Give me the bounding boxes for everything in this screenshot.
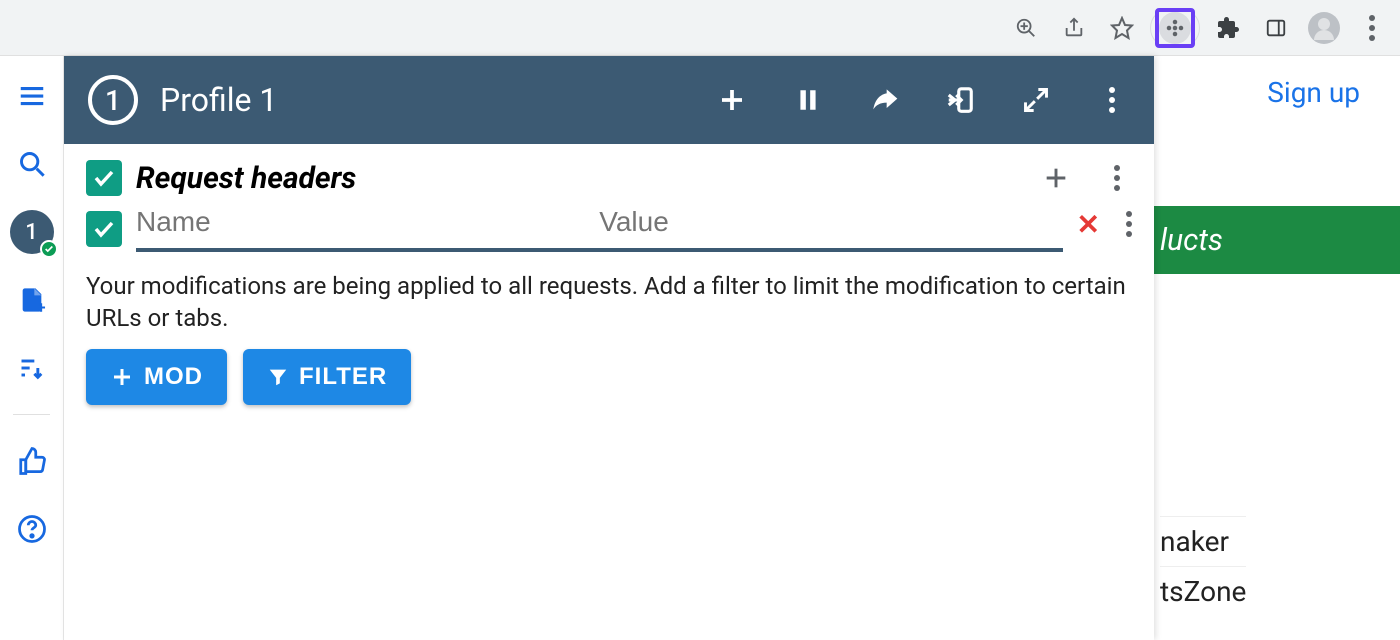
signup-link[interactable]: Sign up <box>1267 76 1360 109</box>
svg-text:+: + <box>36 298 45 314</box>
section-title: Request headers <box>136 161 1028 196</box>
profile-indicator[interactable]: 1 <box>10 210 54 254</box>
profile-title[interactable]: Profile 1 <box>160 81 692 119</box>
left-rail: 1 + <box>0 56 64 640</box>
zoom-icon[interactable] <box>1006 8 1046 48</box>
extension-panel: 1 Profile 1 <box>64 56 1154 640</box>
pause-icon[interactable] <box>790 82 826 118</box>
profile-indicator-number: 1 <box>25 220 38 245</box>
panel-menu-icon[interactable] <box>1094 82 1130 118</box>
share-icon[interactable] <box>1054 8 1094 48</box>
extension-modheader-icon[interactable] <box>1155 8 1195 48</box>
import-icon[interactable] <box>942 82 978 118</box>
background-list-item[interactable]: naker <box>1160 516 1246 566</box>
section-checkbox[interactable] <box>86 160 122 196</box>
row-checkbox[interactable] <box>86 211 122 247</box>
sidepanel-icon[interactable] <box>1256 8 1296 48</box>
browser-menu-icon[interactable] <box>1352 8 1392 48</box>
rail-separator <box>13 414 51 415</box>
add-header-icon[interactable] <box>1042 164 1072 192</box>
status-ok-icon <box>40 240 58 258</box>
share-arrow-icon[interactable] <box>866 82 902 118</box>
help-icon[interactable] <box>10 507 54 551</box>
profile-number-badge: 1 <box>88 75 138 125</box>
section-menu-icon[interactable] <box>1102 165 1132 191</box>
add-filter-button[interactable]: FILTER <box>243 349 411 405</box>
add-filter-label: FILTER <box>299 363 387 391</box>
extension-pill <box>1150 8 1200 48</box>
add-icon[interactable] <box>714 82 750 118</box>
header-row: ✕ <box>64 196 1154 252</box>
sort-icon[interactable] <box>10 346 54 390</box>
info-text: Your modifications are being applied to … <box>64 252 1154 349</box>
browser-toolbar <box>0 0 1400 56</box>
header-name-input[interactable] <box>136 206 599 238</box>
background-list-item[interactable]: tsZone <box>1160 566 1246 616</box>
search-icon[interactable] <box>10 142 54 186</box>
panel-header: 1 Profile 1 <box>64 56 1154 144</box>
hamburger-menu-icon[interactable] <box>10 74 54 118</box>
row-menu-icon[interactable] <box>1126 211 1132 237</box>
background-list: naker tsZone <box>1160 516 1246 616</box>
expand-icon[interactable] <box>1018 82 1054 118</box>
profile-avatar[interactable] <box>1304 8 1344 48</box>
add-mod-button[interactable]: MOD <box>86 349 227 405</box>
extensions-puzzle-icon[interactable] <box>1208 8 1248 48</box>
add-file-icon[interactable]: + <box>10 278 54 322</box>
thumbs-up-icon[interactable] <box>10 439 54 483</box>
add-mod-label: MOD <box>144 363 203 391</box>
header-value-input[interactable] <box>599 206 1062 238</box>
star-icon[interactable] <box>1102 8 1142 48</box>
delete-row-icon[interactable]: ✕ <box>1077 208 1100 241</box>
